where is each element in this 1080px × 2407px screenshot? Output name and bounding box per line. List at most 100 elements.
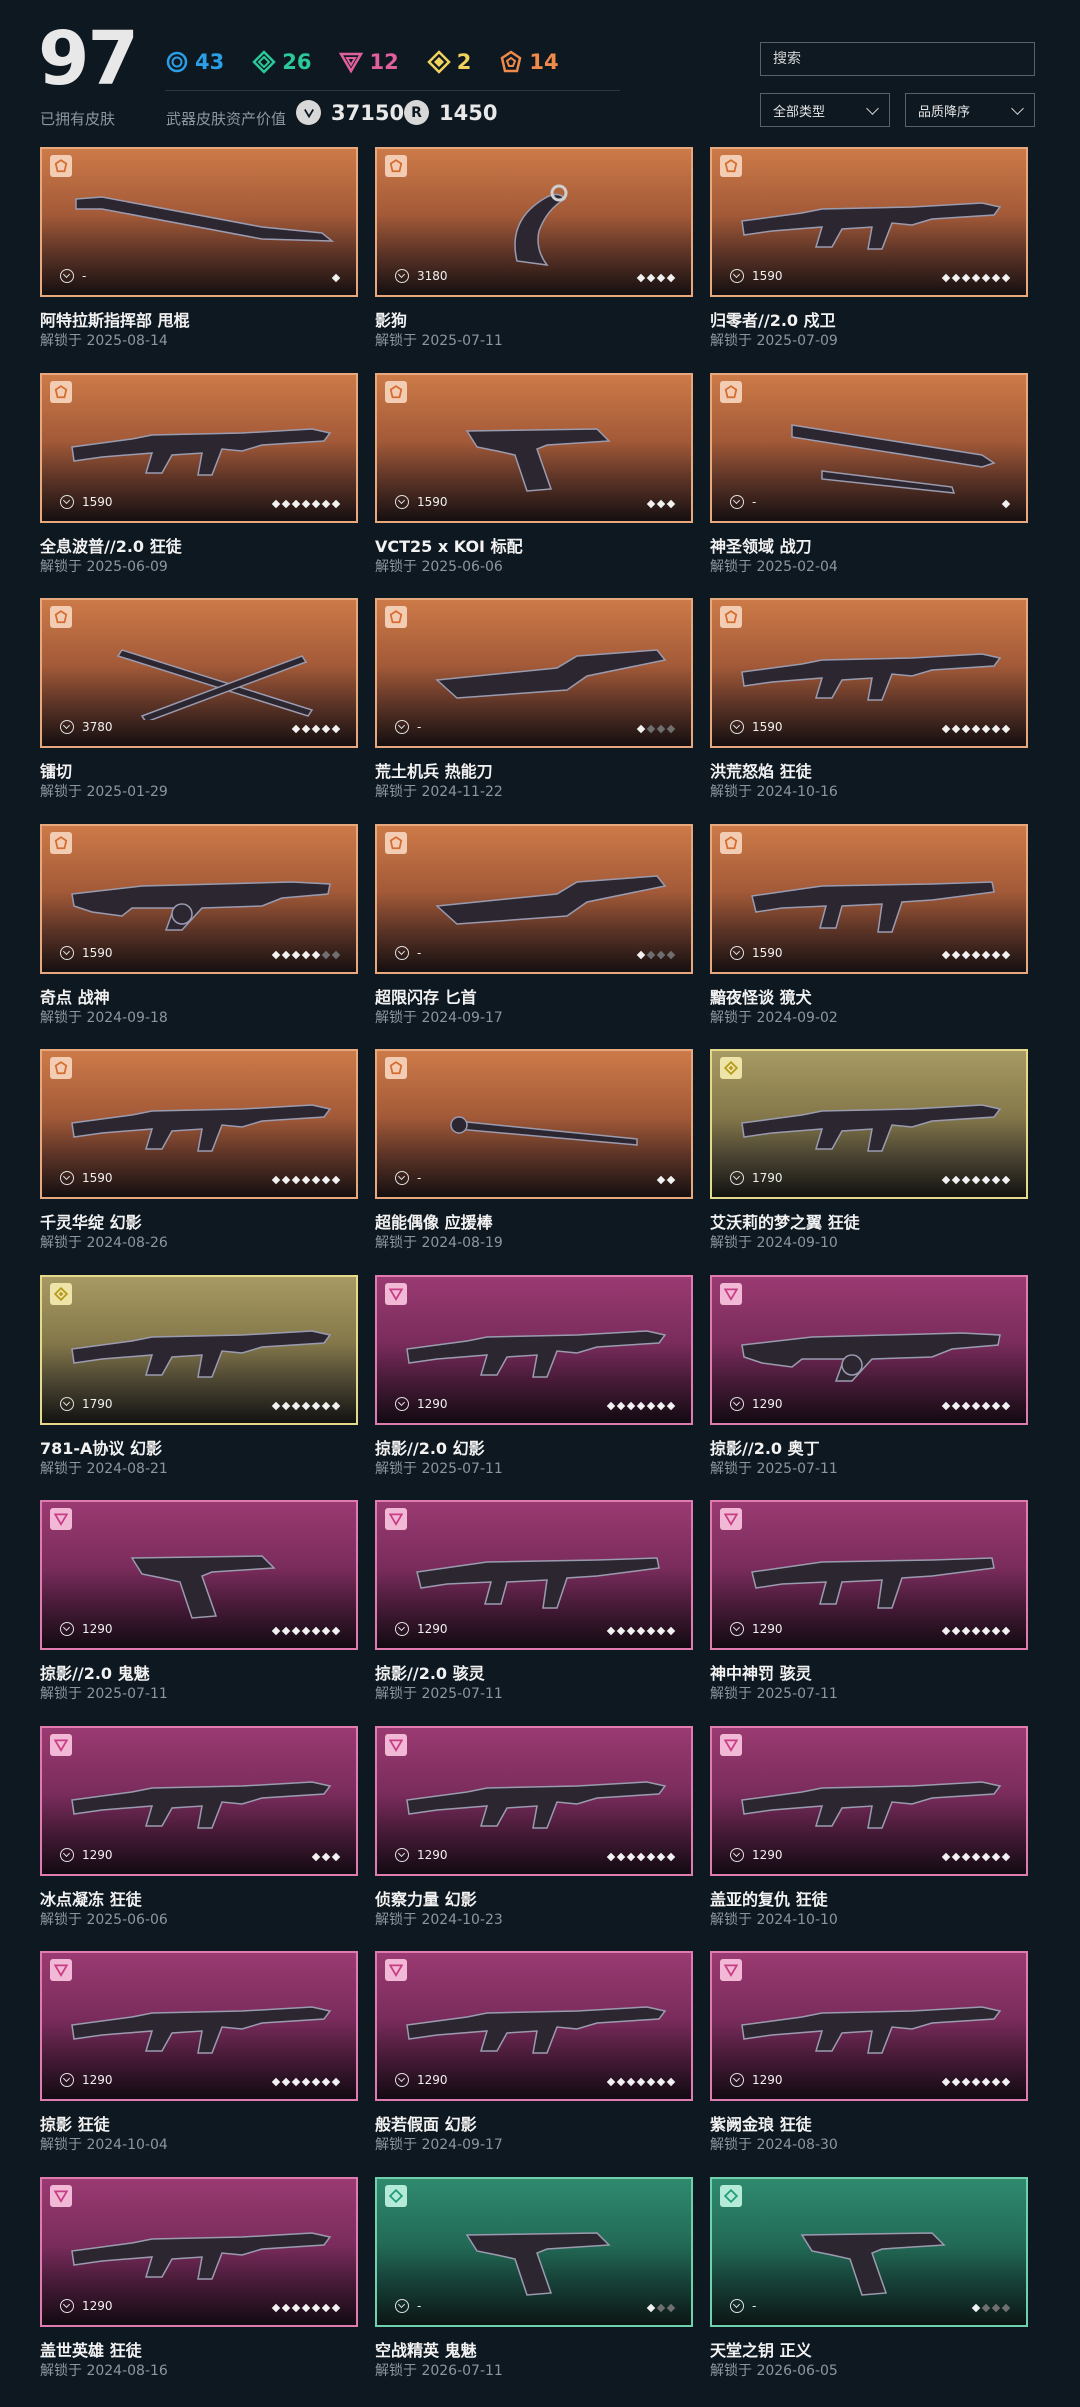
skin-card-image[interactable]: 1290 xyxy=(40,1951,358,2101)
skin-card[interactable]: 1590 归零者//2.0 戍卫 解锁于 2025-07-09 xyxy=(710,147,1028,373)
level-diamond-icon xyxy=(606,1401,616,1410)
skin-name: 冰点凝冻 狂徒 xyxy=(40,1889,142,1909)
skin-card-image[interactable]: 1590 xyxy=(710,147,1028,297)
skin-unlock-date: 解锁于 2024-10-04 xyxy=(40,2137,168,2153)
skin-card-image[interactable]: 1290 xyxy=(40,2176,358,2327)
skin-card-image[interactable]: 3780 xyxy=(40,598,358,748)
skin-card-image[interactable]: 1290 xyxy=(710,1274,1028,1425)
sort-select[interactable]: 品质降序 xyxy=(905,93,1035,127)
skin-card-image[interactable]: - xyxy=(710,2176,1028,2327)
skin-card-image[interactable]: 1590 xyxy=(40,823,358,974)
skin-card-image[interactable]: 1290 xyxy=(710,1951,1028,2101)
skin-card-image[interactable]: 1590 xyxy=(375,372,693,523)
skin-card-image[interactable]: 3180 xyxy=(375,147,693,297)
skin-card[interactable]: 1290 般若假面 幻影 解锁于 2024-09-17 xyxy=(375,1951,693,2177)
skin-card[interactable]: 1290 掠影//2.0 鬼魅 解锁于 2025-07-11 xyxy=(40,1500,358,1726)
skin-card-image[interactable]: 1590 xyxy=(40,1049,358,1199)
skin-card[interactable]: 1290 紫阙金琅 狂徒 解锁于 2024-08-30 xyxy=(710,1951,1028,2177)
search-input[interactable] xyxy=(760,42,1035,76)
skin-card[interactable]: 1790 艾沃莉的梦之翼 狂徒 解锁于 2024-09-10 xyxy=(710,1049,1028,1275)
skin-name: 掠影 狂徒 xyxy=(40,2115,110,2134)
level-diamond-icon xyxy=(291,950,301,959)
skin-card-image[interactable]: - xyxy=(375,2176,693,2327)
skin-card-image[interactable]: - xyxy=(710,372,1028,523)
skin-card[interactable]: 1290 盖亚的复仇 狂徒 解锁于 2024-10-10 xyxy=(710,1725,1028,1952)
skin-card-image[interactable]: 1790 xyxy=(40,1274,358,1425)
tier-premium: 12 xyxy=(339,50,399,74)
skin-card-image[interactable]: 1290 xyxy=(375,1951,693,2101)
skin-card-image[interactable]: 1790 xyxy=(710,1049,1028,1199)
level-diamond-icon xyxy=(636,724,646,734)
level-diamond-icon xyxy=(271,950,281,959)
valorant-points-icon xyxy=(730,1396,744,1411)
skin-card[interactable]: - 阿特拉斯指挥部 甩棍 解锁于 2025-08-14 xyxy=(40,147,358,373)
skin-card-image[interactable]: - xyxy=(375,598,693,748)
level-diamond-icon xyxy=(961,1852,971,1861)
skin-card[interactable]: 3780 镭切 解锁于 2025-01-29 xyxy=(40,598,358,824)
level-diamond-icon xyxy=(606,1626,616,1636)
valorant-points-icon xyxy=(730,269,744,283)
level-diamond-icon xyxy=(991,2303,1001,2312)
skin-unlock-date: 解锁于 2026-06-05 xyxy=(710,2362,838,2379)
skin-card[interactable]: - 神圣领域 战刀 解锁于 2025-02-04 xyxy=(710,372,1028,599)
skin-name: 781-A协议 幻影 xyxy=(40,1438,162,1458)
skin-card-image[interactable]: 1590 xyxy=(710,598,1028,748)
skin-price-value: 1590 xyxy=(82,494,113,509)
skin-card[interactable]: 1590 黯夜怪谈 獍犬 解锁于 2024-09-02 xyxy=(710,823,1028,1050)
skin-card[interactable]: 1290 掠影//2.0 骇灵 解锁于 2025-07-11 xyxy=(375,1500,693,1726)
skin-card[interactable]: 1590 奇点 战神 解锁于 2024-09-18 xyxy=(40,823,358,1050)
skin-card-image[interactable]: 1290 xyxy=(710,1725,1028,1876)
skin-price-value: - xyxy=(82,269,87,283)
skin-card[interactable]: 3180 影狗 解锁于 2025-07-11 xyxy=(375,147,693,373)
skin-card[interactable]: 1590 洪荒怒焰 狂徒 解锁于 2024-10-16 xyxy=(710,598,1028,824)
skin-card-image[interactable]: 1290 xyxy=(40,1725,358,1876)
level-diamond-icon xyxy=(666,1401,676,1410)
skin-card-image[interactable]: - xyxy=(375,823,693,974)
skin-card[interactable]: - 天堂之钥 正义 解锁于 2026-06-05 xyxy=(710,2176,1028,2403)
skin-card[interactable]: 1790 781-A协议 幻影 解锁于 2024-08-21 xyxy=(40,1274,358,1501)
skin-price-value: 1790 xyxy=(752,1171,783,1185)
skin-card[interactable]: 1290 盖世英雄 狂徒 解锁于 2024-08-16 xyxy=(40,2176,358,2403)
skin-card[interactable]: 1290 冰点凝冻 狂徒 解锁于 2025-06-06 xyxy=(40,1725,358,1952)
weapon-image-icon xyxy=(741,2006,1002,2054)
level-diamond-icon xyxy=(271,1175,281,1185)
skin-card-image[interactable]: 1290 xyxy=(375,1725,693,1876)
skin-card[interactable]: - 荒土机兵 热能刀 解锁于 2024-11-22 xyxy=(375,598,693,824)
skin-card-image[interactable]: - xyxy=(375,1049,693,1199)
upgrade-levels xyxy=(941,1175,1011,1185)
level-diamond-icon xyxy=(311,2303,321,2312)
level-diamond-icon xyxy=(281,2303,291,2312)
skin-card[interactable]: - 超限闪存 匕首 解锁于 2024-09-17 xyxy=(375,823,693,1050)
skin-unlock-date: 解锁于 2025-06-09 xyxy=(40,558,168,575)
skin-card-image[interactable]: - xyxy=(40,147,358,297)
skin-price-value: - xyxy=(417,945,422,960)
skin-card-image[interactable]: 1290 xyxy=(375,1500,693,1650)
level-diamond-icon xyxy=(991,1852,1001,1861)
skin-price-value: 1590 xyxy=(82,945,113,960)
skin-card[interactable]: 1290 神中神罚 骇灵 解锁于 2025-07-11 xyxy=(710,1500,1028,1726)
skin-card[interactable]: - 超能偶像 应援棒 解锁于 2024-08-19 xyxy=(375,1049,693,1275)
skin-card-image[interactable]: 1590 xyxy=(710,823,1028,974)
level-diamond-icon xyxy=(636,2077,646,2087)
sort-value: 品质降序 xyxy=(918,104,971,120)
skin-card[interactable]: - 空战精英 鬼魅 解锁于 2026-07-11 xyxy=(375,2176,693,2403)
skin-card[interactable]: 1290 掠影 狂徒解锁于 2024-10-04 xyxy=(40,1951,358,2177)
skin-card-image[interactable]: 1290 xyxy=(40,1500,358,1650)
level-diamond-icon xyxy=(941,950,951,959)
skin-card-image[interactable]: 1290 xyxy=(710,1500,1028,1650)
skin-unlock-date: 解锁于 2024-08-30 xyxy=(710,2137,838,2153)
skin-card[interactable]: 1590 全息波普//2.0 狂徒 解锁于 2025-06-09 xyxy=(40,372,358,599)
skin-card[interactable]: 1290 掠影//2.0 幻影 解锁于 2025-07-11 xyxy=(375,1274,693,1501)
skin-card[interactable]: 1290 侦察力量 幻影 解锁于 2024-10-23 xyxy=(375,1725,693,1952)
skin-card[interactable]: 1290 掠影//2.0 奥丁 解锁于 2025-07-11 xyxy=(710,1274,1028,1501)
level-diamond-icon xyxy=(311,1175,321,1185)
skin-card-image[interactable]: 1590 xyxy=(40,372,358,523)
asset-value-label: 武器皮肤资产价值 xyxy=(166,110,287,128)
level-diamond-icon xyxy=(991,2077,1001,2087)
skin-card-image[interactable]: 1290 xyxy=(375,1274,693,1425)
skin-unlock-date: 解锁于 2024-10-10 xyxy=(710,1911,838,1928)
type-filter-select[interactable]: 全部类型 xyxy=(760,93,890,127)
valorant-points-icon xyxy=(730,494,744,509)
skin-card[interactable]: 1590 VCT25 x KOI 标配 解锁于 2025-06-06 xyxy=(375,372,693,599)
skin-card[interactable]: 1590 千灵华绽 幻影 解锁于 2024-08-26 xyxy=(40,1049,358,1275)
